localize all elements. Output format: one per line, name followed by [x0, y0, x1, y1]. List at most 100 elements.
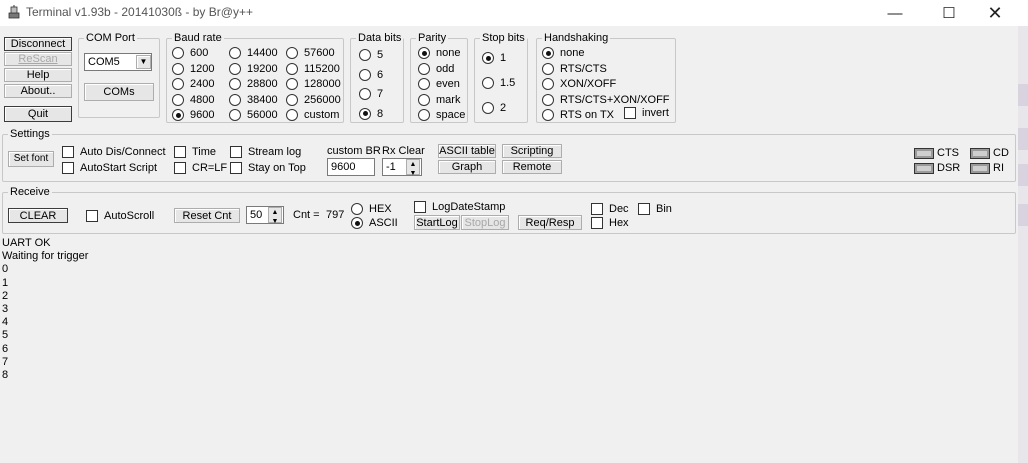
reset-cnt-spinner[interactable]: ▲ ▼: [268, 207, 282, 226]
ascii-radio[interactable]: ASCII: [351, 216, 398, 230]
disconnect-button[interactable]: Disconnect: [4, 37, 72, 51]
baud-115200[interactable]: 115200: [286, 62, 340, 76]
baud-14400[interactable]: 14400: [229, 46, 278, 60]
baud-14400-button[interactable]: [229, 47, 241, 59]
spin-up-icon[interactable]: ▲: [272, 208, 279, 217]
handshaking-2-button[interactable]: [542, 78, 554, 90]
cr-lf-checkbox[interactable]: CR=LF: [174, 161, 227, 175]
handshaking-0-button[interactable]: [542, 47, 554, 59]
baud-57600[interactable]: 57600: [286, 46, 335, 60]
req-resp-button[interactable]: Req/Resp: [518, 215, 582, 230]
baud-128000[interactable]: 128000: [286, 77, 341, 91]
rx-clear-spinner[interactable]: ▲ ▼: [406, 159, 420, 178]
graph-button[interactable]: Graph: [438, 160, 496, 174]
stop-bits-1-button[interactable]: [482, 77, 494, 89]
parity-mark[interactable]: mark: [418, 93, 460, 107]
baud-2400[interactable]: 2400: [172, 77, 214, 91]
parity-space[interactable]: space: [418, 108, 465, 122]
hex-check-box[interactable]: [591, 217, 603, 229]
data-bits-8-button[interactable]: [359, 107, 371, 120]
stop-bits-0[interactable]: 1: [482, 51, 506, 65]
baud-600[interactable]: 600: [172, 46, 208, 60]
baud-1200-button[interactable]: [172, 62, 184, 75]
handshaking-3-button[interactable]: [542, 93, 554, 106]
minimize-icon[interactable]: —: [872, 0, 918, 26]
handshaking-2[interactable]: XON/XOFF: [542, 77, 616, 91]
auto-dis-connect-checkbox[interactable]: Auto Dis/Connect: [62, 145, 166, 159]
autoscroll-check-box[interactable]: [86, 210, 98, 222]
bin-checkbox[interactable]: Bin: [638, 202, 672, 216]
baud-256000[interactable]: 256000: [286, 93, 341, 107]
parity-space-button[interactable]: [418, 109, 430, 121]
custom-br-input[interactable]: 9600: [327, 158, 375, 176]
help-button[interactable]: Help: [4, 68, 72, 82]
time-checkbox[interactable]: Time: [174, 145, 216, 159]
parity-odd[interactable]: odd: [418, 62, 454, 76]
baud-256000-button[interactable]: [286, 93, 298, 106]
baud-9600[interactable]: 9600: [172, 108, 214, 122]
invert-check-box[interactable]: [624, 107, 636, 119]
receive-output[interactable]: UART OK Waiting for trigger 0 1 2 3 4 5 6 7 8: [2, 237, 88, 382]
time-check-box[interactable]: [174, 146, 186, 158]
handshaking-1[interactable]: RTS/CTS: [542, 62, 607, 76]
handshaking-4-button[interactable]: [542, 109, 554, 121]
baud-28800-button[interactable]: [229, 78, 241, 90]
baud-115200-button[interactable]: [286, 62, 298, 75]
title-bar[interactable]: Terminal v1.93b - 20141030ß - by Br@y++ …: [0, 0, 1028, 26]
bin-check-box[interactable]: [638, 203, 650, 215]
cr-lf-check-box[interactable]: [174, 162, 186, 174]
spin-down-icon[interactable]: ▼: [410, 169, 417, 178]
stop-bits-0-button[interactable]: [482, 52, 494, 64]
hex-radio[interactable]: HEX: [351, 202, 392, 216]
autostart-script-checkbox[interactable]: AutoStart Script: [62, 161, 157, 175]
data-bits-7-button[interactable]: [359, 88, 371, 100]
data-bits-5-button[interactable]: [359, 49, 371, 61]
close-icon[interactable]: ✕: [972, 0, 1018, 26]
stop-bits-2[interactable]: 2: [482, 101, 506, 115]
coms-button[interactable]: COMs: [84, 83, 154, 101]
baud-custom-button[interactable]: [286, 109, 298, 121]
baud-19200[interactable]: 19200: [229, 62, 278, 76]
data-bits-5[interactable]: 5: [359, 48, 383, 62]
remote-button[interactable]: Remote: [502, 160, 562, 174]
quit-button[interactable]: Quit: [4, 106, 72, 122]
auto-dis-connect-check-box[interactable]: [62, 146, 74, 158]
autoscroll-checkbox[interactable]: AutoScroll: [86, 209, 154, 223]
stream-log-checkbox[interactable]: Stream log: [230, 145, 301, 159]
spin-down-icon[interactable]: ▼: [272, 217, 279, 226]
stay-on-top-checkbox[interactable]: Stay on Top: [230, 161, 306, 175]
baud-2400-button[interactable]: [172, 78, 184, 90]
baud-38400[interactable]: 38400: [229, 93, 278, 107]
baud-57600-button[interactable]: [286, 47, 298, 59]
maximize-icon[interactable]: ☐: [926, 0, 972, 26]
baud-1200[interactable]: 1200: [172, 62, 214, 76]
data-bits-7[interactable]: 7: [359, 87, 383, 101]
parity-even[interactable]: even: [418, 77, 460, 91]
spin-up-icon[interactable]: ▲: [410, 160, 417, 169]
parity-mark-button[interactable]: [418, 93, 430, 106]
parity-none-button[interactable]: [418, 47, 430, 59]
handshaking-3[interactable]: RTS/CTS+XON/XOFF: [542, 93, 670, 107]
baud-128000-button[interactable]: [286, 78, 298, 90]
stop-log-button[interactable]: StopLog: [461, 215, 509, 230]
reset-cnt-button[interactable]: Reset Cnt: [174, 208, 240, 223]
dec-check-box[interactable]: [591, 203, 603, 215]
data-bits-6-button[interactable]: [359, 68, 371, 81]
handshaking-4[interactable]: RTS on TX: [542, 108, 614, 122]
stream-log-check-box[interactable]: [230, 146, 242, 158]
log-date-stamp-check-box[interactable]: [414, 201, 426, 213]
handshaking-1-button[interactable]: [542, 62, 554, 75]
baud-4800[interactable]: 4800: [172, 93, 214, 107]
baud-56000-button[interactable]: [229, 109, 241, 121]
rescan-button[interactable]: ReScan: [4, 52, 72, 66]
hex-checkbox[interactable]: Hex: [591, 216, 629, 230]
dec-checkbox[interactable]: Dec: [591, 202, 629, 216]
start-log-button[interactable]: StartLog: [414, 215, 460, 230]
baud-38400-button[interactable]: [229, 93, 241, 106]
about-button[interactable]: About..: [4, 84, 72, 98]
baud-28800[interactable]: 28800: [229, 77, 278, 91]
stay-on-top-check-box[interactable]: [230, 162, 242, 174]
chevron-down-icon[interactable]: ▼: [136, 55, 151, 69]
handshaking-0[interactable]: none: [542, 46, 584, 60]
baud-600-button[interactable]: [172, 47, 184, 59]
